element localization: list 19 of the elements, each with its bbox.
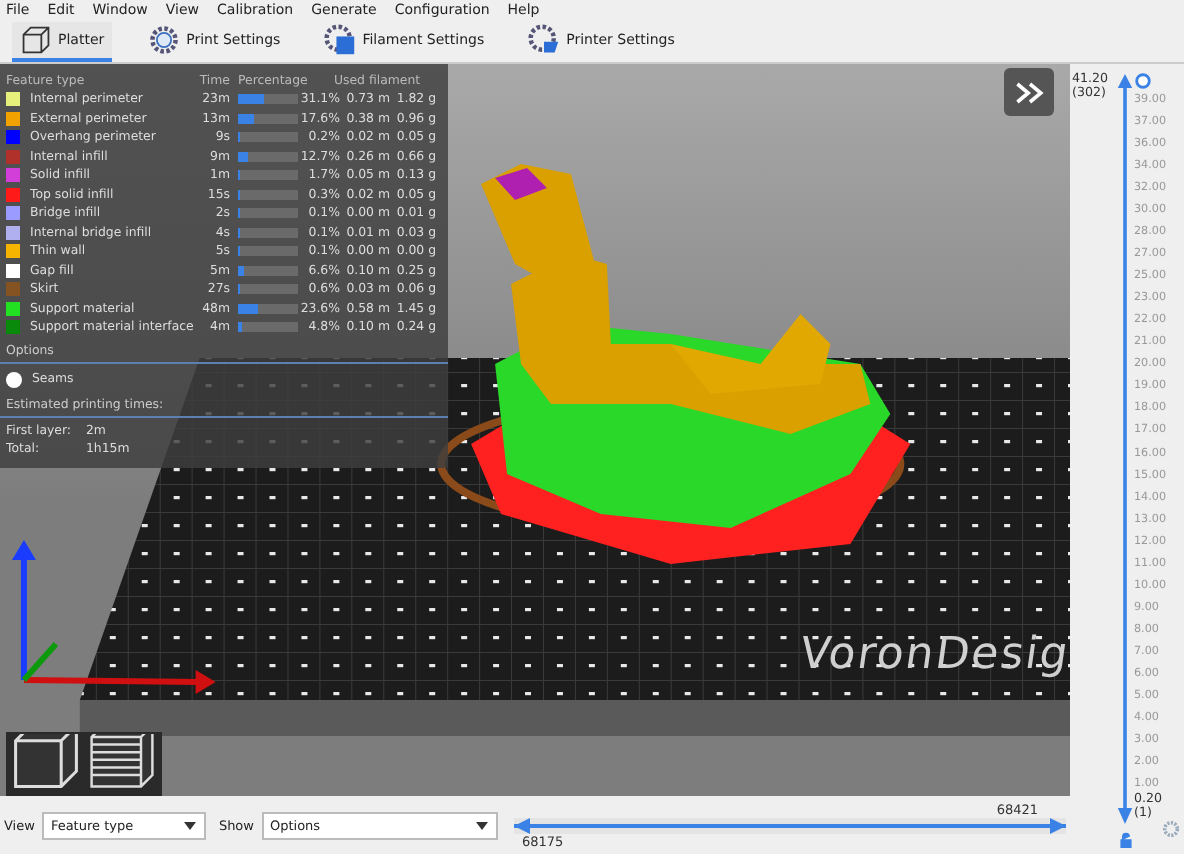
vertical-slider[interactable] bbox=[1116, 72, 1134, 828]
gear-icon bbox=[324, 24, 357, 56]
layers-view-button[interactable] bbox=[84, 734, 160, 794]
horizontal-slider[interactable] bbox=[513, 817, 1066, 833]
3d-view-button[interactable] bbox=[8, 734, 84, 794]
slider-thumb[interactable] bbox=[1050, 817, 1066, 833]
slider-thumb[interactable] bbox=[513, 817, 530, 833]
slider-handle[interactable] bbox=[1134, 72, 1152, 90]
gear-icon bbox=[528, 24, 561, 56]
cube-icon bbox=[8, 734, 84, 794]
layers-icon bbox=[84, 734, 160, 794]
3d-viewport[interactable] bbox=[0, 64, 1070, 796]
cube-icon bbox=[20, 24, 52, 56]
gear-icon bbox=[148, 24, 181, 56]
bed-logo-text: VoronDesig bbox=[796, 630, 1070, 680]
settings-icon[interactable] bbox=[1162, 820, 1180, 838]
lock-icon[interactable] bbox=[1117, 832, 1133, 848]
double-chevron-icon bbox=[1011, 79, 1047, 105]
collapse-button[interactable] bbox=[1004, 68, 1054, 116]
